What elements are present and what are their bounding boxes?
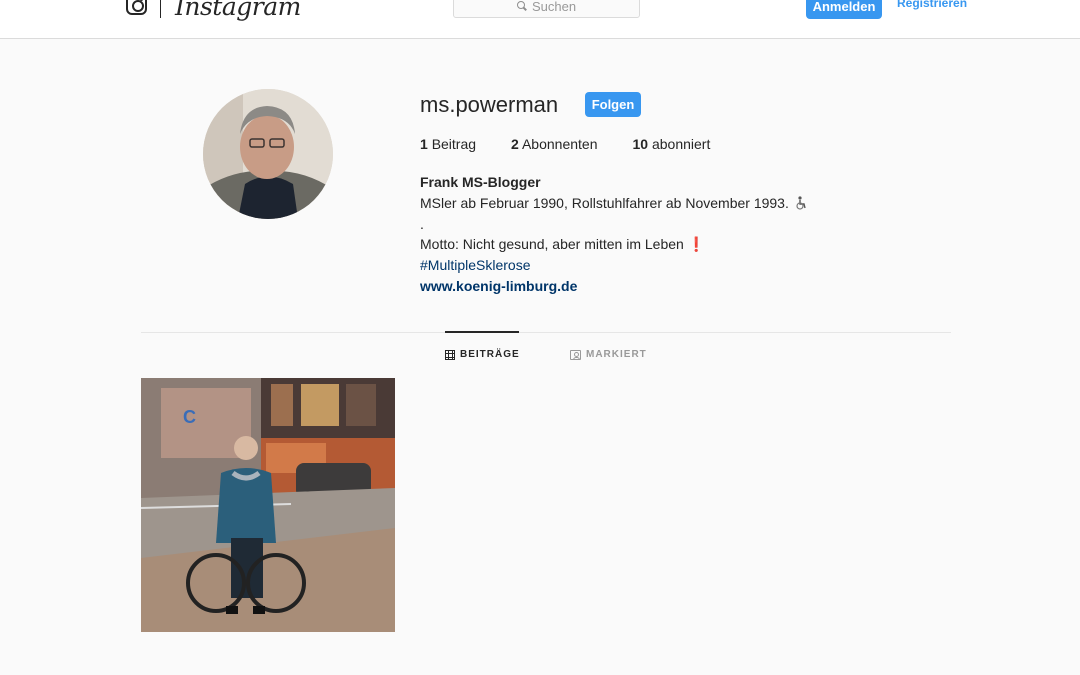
instagram-wordmark[interactable]: Instagram	[175, 0, 301, 21]
followers-count: 2	[511, 136, 519, 152]
tagged-user-icon	[570, 349, 581, 360]
logo-divider	[160, 0, 161, 18]
search-placeholder: Suchen	[531, 0, 577, 14]
follow-button[interactable]: Folgen	[585, 92, 641, 117]
bio-description: MSler ab Februar 1990, Rollstuhlfahrer a…	[420, 194, 789, 211]
tab-posts[interactable]: BEITRÄGE	[445, 349, 520, 360]
tab-tagged[interactable]: MARKIERT	[570, 349, 647, 360]
posts-label: Beitrag	[431, 136, 477, 152]
bio-motto: Motto: Nicht gesund, aber mitten im Lebe…	[420, 236, 684, 253]
bio-dot-line: .	[420, 215, 424, 232]
search-icon	[516, 1, 527, 11]
search-input[interactable]: Suchen	[453, 0, 640, 18]
instagram-logo-icon[interactable]	[126, 0, 147, 15]
top-navigation-bar: Instagram Suchen Anmelden Registrieren	[0, 0, 1080, 39]
tabs-divider	[141, 332, 951, 333]
wheelchair-icon	[796, 196, 806, 210]
svg-text:C: C	[183, 407, 196, 427]
bio-full-name: Frank MS-Blogger	[420, 174, 541, 190]
posts-count-stat: 1 Beitrag	[420, 136, 476, 152]
profile-username: ms.powerman	[420, 92, 559, 117]
profile-stats: 1 Beitrag 2 Abonnenten 10 abonniert	[420, 136, 710, 152]
bio-line: MSler ab Februar 1990, Rollstuhlfahrer a…	[420, 193, 807, 214]
following-count: 10	[632, 136, 649, 152]
following-label: abonniert	[651, 136, 711, 152]
register-link[interactable]: Registrieren	[897, 0, 967, 10]
profile-avatar[interactable]	[203, 89, 333, 219]
tab-tagged-label: MARKIERT	[586, 349, 647, 360]
post-thumbnail[interactable]: C	[141, 378, 395, 632]
tab-posts-label: BEITRÄGE	[460, 349, 520, 360]
bio-motto-line: Motto: Nicht gesund, aber mitten im Lebe…	[420, 234, 807, 255]
profile-bio: Frank MS-Blogger MSler ab Februar 1990, …	[420, 172, 807, 297]
exclamation-icon: ❗	[687, 236, 706, 253]
login-button[interactable]: Anmelden	[806, 0, 882, 19]
followers-stat[interactable]: 2 Abonnenten	[511, 136, 597, 152]
grid-icon	[445, 349, 455, 360]
bio-hashtag[interactable]: #MultipleSklerose	[420, 255, 807, 276]
active-tab-indicator	[445, 331, 519, 333]
following-stat[interactable]: 10 abonniert	[633, 136, 711, 152]
posts-count: 1	[420, 136, 428, 152]
bio-website-link[interactable]: www.koenig-limburg.de	[420, 276, 807, 297]
followers-label: Abonnenten	[521, 136, 598, 152]
